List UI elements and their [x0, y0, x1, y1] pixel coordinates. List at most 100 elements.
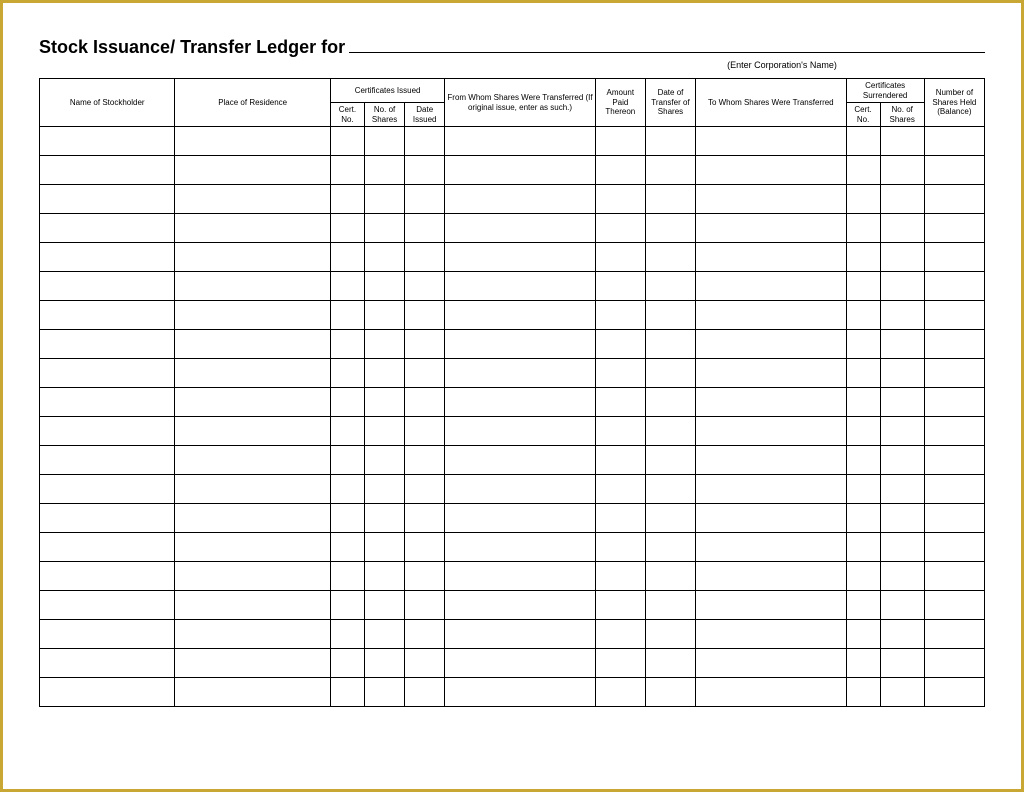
table-cell: [40, 562, 175, 591]
table-cell: [40, 127, 175, 156]
table-cell: [880, 620, 924, 649]
table-cell: [330, 533, 364, 562]
table-cell: [175, 620, 330, 649]
table-cell: [924, 533, 984, 562]
corporation-hint: (Enter Corporation's Name): [579, 60, 985, 70]
table-cell: [595, 330, 645, 359]
table-cell: [40, 330, 175, 359]
table-cell: [645, 243, 695, 272]
table-cell: [880, 185, 924, 214]
table-cell: [880, 649, 924, 678]
table-cell: [595, 649, 645, 678]
table-cell: [880, 156, 924, 185]
table-cell: [405, 591, 445, 620]
table-cell: [405, 620, 445, 649]
table-cell: [696, 475, 846, 504]
table-cell: [595, 359, 645, 388]
table-cell: [595, 214, 645, 243]
table-cell: [365, 446, 405, 475]
table-cell: [40, 185, 175, 214]
table-cell: [696, 533, 846, 562]
table-cell: [924, 649, 984, 678]
table-cell: [880, 533, 924, 562]
table-cell: [445, 446, 595, 475]
table-cell: [405, 301, 445, 330]
table-cell: [696, 272, 846, 301]
table-row: [40, 359, 985, 388]
table-cell: [175, 562, 330, 591]
table-cell: [696, 301, 846, 330]
table-cell: [696, 388, 846, 417]
col-cert-no: Cert. No.: [330, 103, 364, 127]
table-cell: [330, 127, 364, 156]
table-cell: [696, 591, 846, 620]
table-cell: [40, 214, 175, 243]
table-cell: [696, 678, 846, 707]
table-cell: [846, 243, 880, 272]
table-cell: [846, 562, 880, 591]
col-cert-issued: Certificates Issued: [330, 79, 444, 103]
table-row: [40, 533, 985, 562]
table-cell: [924, 214, 984, 243]
col-no-shares-2: No. of Shares: [880, 103, 924, 127]
table-cell: [330, 330, 364, 359]
table-cell: [595, 446, 645, 475]
table-cell: [924, 475, 984, 504]
table-cell: [330, 185, 364, 214]
table-cell: [880, 417, 924, 446]
table-cell: [846, 678, 880, 707]
table-cell: [405, 185, 445, 214]
table-cell: [175, 446, 330, 475]
table-cell: [175, 533, 330, 562]
col-date-issued: Date Issued: [405, 103, 445, 127]
table-cell: [40, 533, 175, 562]
table-cell: [645, 330, 695, 359]
col-from-whom: From Whom Shares Were Transferred (If or…: [445, 79, 595, 127]
table-cell: [880, 359, 924, 388]
col-cert-surrendered: Certificates Surrendered: [846, 79, 924, 103]
table-cell: [880, 301, 924, 330]
table-cell: [330, 475, 364, 504]
table-cell: [445, 156, 595, 185]
table-cell: [365, 678, 405, 707]
table-cell: [365, 591, 405, 620]
table-cell: [445, 417, 595, 446]
table-cell: [40, 591, 175, 620]
col-no-shares: No. of Shares: [365, 103, 405, 127]
table-cell: [405, 156, 445, 185]
table-cell: [330, 504, 364, 533]
table-row: [40, 301, 985, 330]
table-cell: [330, 591, 364, 620]
table-cell: [405, 475, 445, 504]
table-cell: [696, 446, 846, 475]
table-cell: [365, 417, 405, 446]
table-row: [40, 127, 985, 156]
table-cell: [846, 330, 880, 359]
table-cell: [645, 272, 695, 301]
table-cell: [880, 214, 924, 243]
table-cell: [175, 504, 330, 533]
table-cell: [40, 649, 175, 678]
table-cell: [846, 504, 880, 533]
table-cell: [696, 330, 846, 359]
table-cell: [645, 214, 695, 243]
col-amount-paid: Amount Paid Thereon: [595, 79, 645, 127]
table-cell: [645, 562, 695, 591]
table-cell: [175, 359, 330, 388]
table-cell: [645, 156, 695, 185]
table-cell: [445, 533, 595, 562]
table-cell: [846, 591, 880, 620]
table-cell: [645, 388, 695, 417]
table-row: [40, 185, 985, 214]
title-row: Stock Issuance/ Transfer Ledger for: [39, 37, 985, 58]
table-cell: [846, 185, 880, 214]
table-cell: [40, 446, 175, 475]
table-cell: [846, 417, 880, 446]
table-cell: [645, 417, 695, 446]
table-cell: [846, 156, 880, 185]
table-cell: [696, 214, 846, 243]
table-cell: [445, 620, 595, 649]
table-cell: [445, 649, 595, 678]
table-cell: [40, 678, 175, 707]
table-cell: [696, 243, 846, 272]
